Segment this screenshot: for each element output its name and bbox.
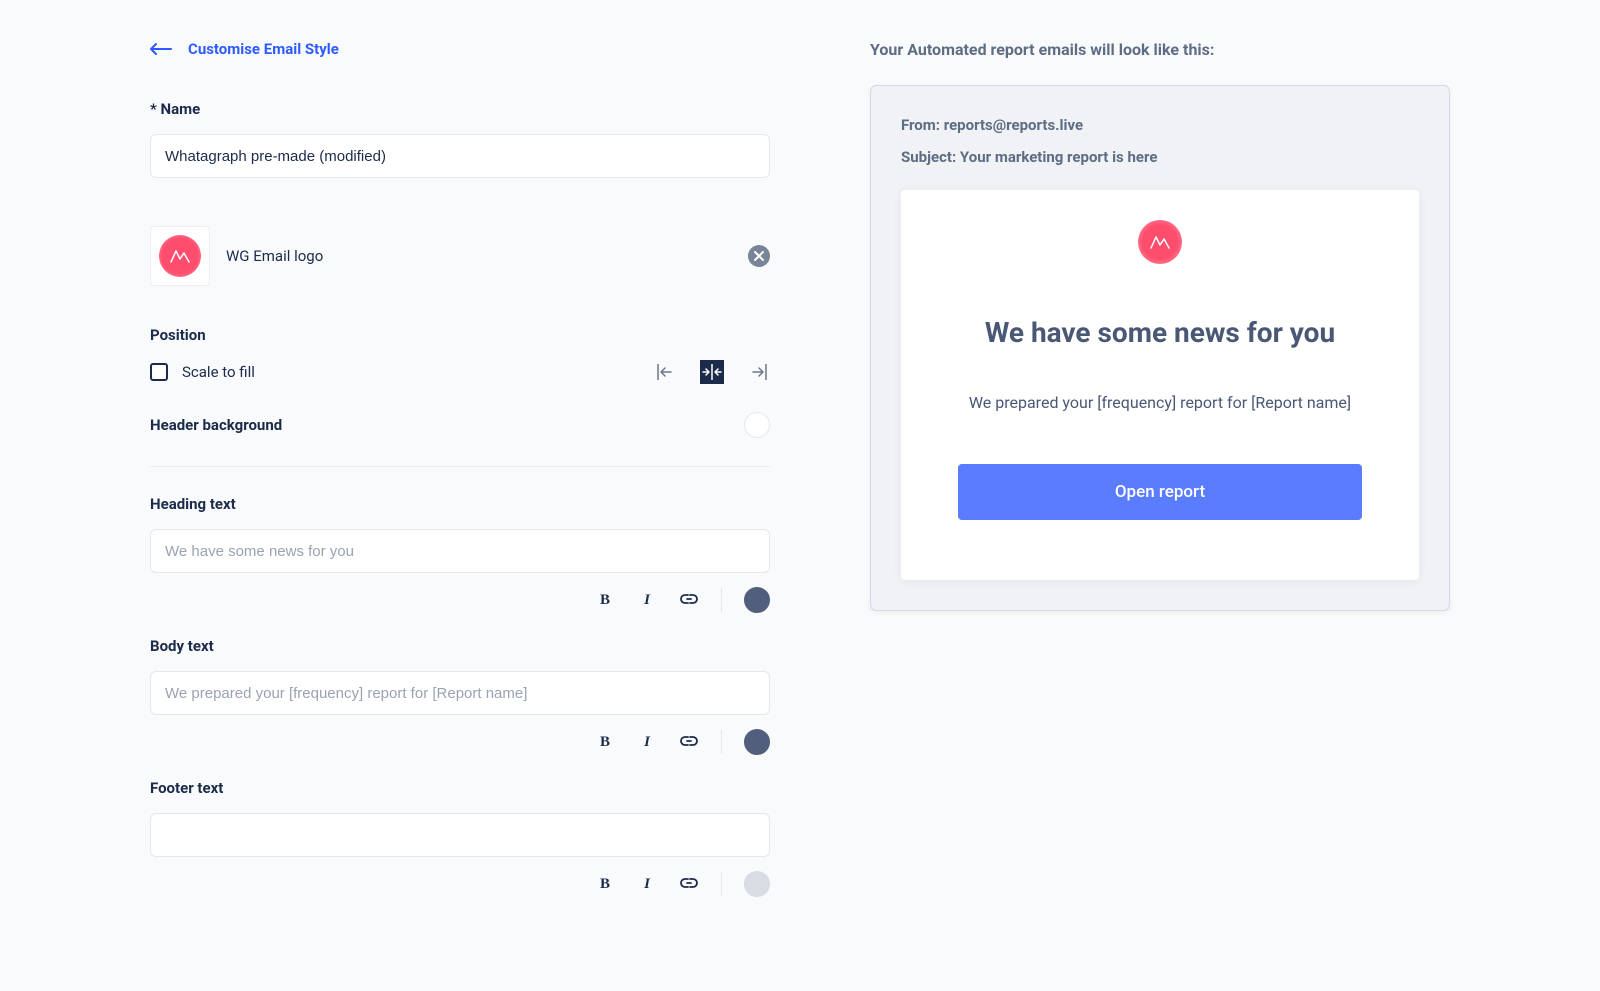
- footer-color-picker[interactable]: [744, 871, 770, 897]
- position-label: Position: [150, 326, 770, 344]
- body-text-label: Body text: [150, 637, 770, 655]
- link-icon: [680, 592, 698, 609]
- body-link-button[interactable]: [679, 732, 699, 752]
- body-italic-button[interactable]: I: [637, 732, 657, 752]
- toolbar-divider: [721, 730, 722, 754]
- heading-italic-button[interactable]: I: [637, 590, 657, 610]
- preview-from: From: reports@reports.live: [901, 116, 1419, 134]
- preview-subject: Subject: Your marketing report is here: [901, 148, 1419, 166]
- footer-text-input[interactable]: [150, 813, 770, 857]
- logo-thumbnail[interactable]: [150, 226, 210, 286]
- align-right-button[interactable]: [746, 360, 770, 384]
- name-input[interactable]: [150, 134, 770, 178]
- logo-filename: WG Email logo: [226, 247, 732, 265]
- footer-text-label: Footer text: [150, 779, 770, 797]
- footer-link-button[interactable]: [679, 874, 699, 894]
- footer-italic-button[interactable]: I: [637, 874, 657, 894]
- header-bg-label: Header background: [150, 416, 282, 434]
- whatagraph-logo-icon: [159, 235, 201, 277]
- heading-bold-button[interactable]: B: [595, 590, 615, 610]
- heading-text-label: Heading text: [150, 495, 770, 513]
- link-icon: [680, 734, 698, 751]
- email-preview-box: From: reports@reports.live Subject: Your…: [870, 85, 1450, 611]
- name-label: * Name: [150, 100, 770, 118]
- align-center-button[interactable]: [700, 360, 724, 384]
- toolbar-divider: [721, 872, 722, 896]
- footer-bold-button[interactable]: B: [595, 874, 615, 894]
- heading-color-picker[interactable]: [744, 587, 770, 613]
- preview-card: We have some news for you We prepared yo…: [901, 190, 1419, 580]
- header-bg-color-picker[interactable]: [744, 412, 770, 438]
- preview-title: Your Automated report emails will look l…: [870, 40, 1450, 59]
- back-link[interactable]: Customise Email Style: [150, 40, 339, 58]
- open-report-button[interactable]: Open report: [958, 464, 1361, 520]
- remove-logo-button[interactable]: [748, 245, 770, 267]
- body-text-input[interactable]: [150, 671, 770, 715]
- close-icon: [754, 251, 764, 261]
- preview-body: We prepared your [frequency] report for …: [931, 393, 1389, 412]
- scale-to-fill-label: Scale to fill: [182, 363, 255, 381]
- heading-link-button[interactable]: [679, 590, 699, 610]
- scale-to-fill-checkbox[interactable]: [150, 363, 168, 381]
- preview-logo-icon: [1138, 220, 1182, 264]
- arrow-left-icon: [150, 43, 172, 55]
- align-left-button[interactable]: [654, 360, 678, 384]
- body-color-picker[interactable]: [744, 729, 770, 755]
- toolbar-divider: [721, 588, 722, 612]
- heading-text-input[interactable]: [150, 529, 770, 573]
- body-bold-button[interactable]: B: [595, 732, 615, 752]
- link-icon: [680, 876, 698, 893]
- back-link-label: Customise Email Style: [188, 40, 339, 58]
- preview-heading: We have some news for you: [931, 316, 1389, 349]
